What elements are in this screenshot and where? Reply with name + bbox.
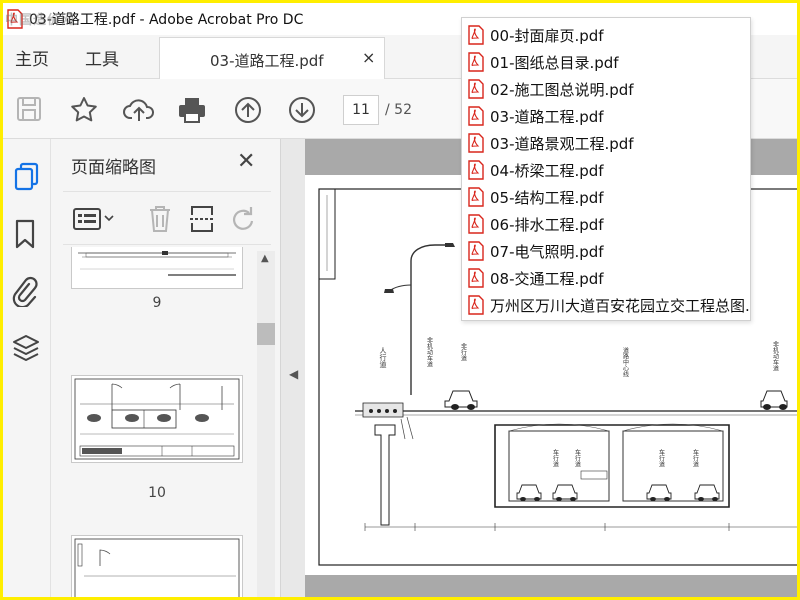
menu-item-label: 00-封面扉页.pdf <box>490 26 604 45</box>
scrollbar-thumb[interactable] <box>257 323 275 345</box>
menu-item-label: 06-排水工程.pdf <box>490 215 604 234</box>
menu-item-file[interactable]: 03-道路景观工程.pdf <box>468 130 634 156</box>
pdf-file-icon <box>468 214 484 234</box>
rotate-page-icon[interactable] <box>229 204 257 238</box>
menu-item-file[interactable]: 05-结构工程.pdf <box>468 184 604 210</box>
menu-item-label: 08-交通工程.pdf <box>490 269 604 288</box>
menu-item-file[interactable]: 03-道路工程.pdf <box>468 103 604 129</box>
thumbnail-options-icon[interactable] <box>73 206 115 236</box>
menu-item-label: 03-道路工程.pdf <box>490 107 604 126</box>
page-down-icon[interactable] <box>287 95 317 125</box>
panel-title: 页面缩略图 <box>71 158 156 178</box>
tab-document[interactable]: 03-道路工程.pdf × <box>159 37 385 79</box>
thumbnail-toolbar <box>63 191 271 245</box>
page-thumbnail[interactable] <box>71 247 243 289</box>
document-tab-label: 03-道路工程.pdf <box>210 52 324 70</box>
pdf-file-icon <box>468 187 484 207</box>
close-panel-icon[interactable]: ✕ <box>237 149 255 174</box>
page-total: / 52 <box>385 102 412 118</box>
save-icon[interactable] <box>15 95 45 125</box>
page-up-icon[interactable] <box>233 95 263 125</box>
pdf-file-icon <box>468 268 484 288</box>
print-icon[interactable] <box>177 95 207 125</box>
scroll-up-icon[interactable]: ▲ <box>261 253 269 264</box>
collapse-panel-icon[interactable]: ◀ <box>289 367 298 381</box>
menu-item-file[interactable]: 02-施工图总说明.pdf <box>468 76 634 102</box>
thumbnail-page-number: 9 <box>152 295 162 311</box>
panel-splitter[interactable]: ◀ <box>281 139 305 597</box>
menu-item-file[interactable]: 00-封面扉页.pdf <box>468 22 604 48</box>
menu-item-label: 03-道路景观工程.pdf <box>490 134 634 153</box>
bookmark-star-icon[interactable] <box>69 95 99 125</box>
page-thumbnail[interactable] <box>71 535 243 597</box>
thumbnail-panel: 页面缩略图 ✕ 9 10 ▲ <box>51 139 281 597</box>
tab-tools[interactable]: 工具 <box>85 45 119 70</box>
tab-home[interactable]: 主页 <box>15 45 49 70</box>
menu-item-file[interactable]: 04-桥梁工程.pdf <box>468 157 604 183</box>
menu-item-label: 07-电气照明.pdf <box>490 242 604 261</box>
delete-page-icon[interactable] <box>147 204 173 238</box>
svg-text:非行道: 非行道 <box>460 342 467 362</box>
menu-item-file[interactable]: 万州区万川大道百安花园立交工程总图. <box>468 292 750 318</box>
svg-text:非机动车道: 非机动车道 <box>772 340 779 372</box>
menu-item-label: 02-施工图总说明.pdf <box>490 80 634 99</box>
pdf-file-icon <box>468 52 484 72</box>
bookmarks-icon[interactable] <box>14 219 36 253</box>
pdf-file-icon <box>468 79 484 99</box>
open-files-menu: 00-封面扉页.pdf 01-图纸总目录.pdf 02-施工图总说明.pdf 0… <box>461 17 751 321</box>
close-tab-icon[interactable]: × <box>362 48 375 67</box>
page-thumbnail[interactable] <box>71 375 243 463</box>
page-number-input[interactable]: 11 <box>343 95 379 125</box>
attachments-icon[interactable] <box>12 275 38 311</box>
left-rail <box>3 139 51 597</box>
svg-text:非机动车道: 非机动车道 <box>426 336 433 368</box>
thumbnail-page-number: 10 <box>148 485 166 501</box>
menu-item-label: 万州区万川大道百安花园立交工程总图. <box>490 296 750 315</box>
svg-text:车行道: 车行道 <box>692 448 699 468</box>
menu-item-label: 05-结构工程.pdf <box>490 188 604 207</box>
pdf-file-icon <box>468 106 484 126</box>
svg-text:车行道: 车行道 <box>658 448 665 468</box>
menu-item-file[interactable]: 07-电气照明.pdf <box>468 238 604 264</box>
menu-item-file[interactable]: 08-交通工程.pdf <box>468 265 604 291</box>
pdf-file-icon <box>468 160 484 180</box>
extract-pages-icon[interactable] <box>189 204 215 238</box>
svg-text:人行道: 人行道 <box>379 347 387 369</box>
menu-item-file[interactable]: 01-图纸总目录.pdf <box>468 49 619 75</box>
menu-item-label: 04-桥梁工程.pdf <box>490 161 604 180</box>
page-thumbnails-icon[interactable] <box>13 161 41 195</box>
svg-text:车行道: 车行道 <box>574 448 581 468</box>
svg-text:道路中心线: 道路中心线 <box>622 346 629 377</box>
pdf-file-icon <box>468 133 484 153</box>
menu-item-file[interactable]: 06-排水工程.pdf <box>468 211 604 237</box>
pdf-file-icon <box>468 295 484 315</box>
layers-icon[interactable] <box>11 333 41 367</box>
thumbnail-list: 9 10 <box>51 247 256 597</box>
svg-text:车行道: 车行道 <box>552 448 559 468</box>
thumbnail-scrollbar[interactable]: ▲ <box>257 251 275 597</box>
pdf-file-icon <box>468 241 484 261</box>
watermark: 中国造价网 <box>5 13 76 28</box>
menu-item-label: 01-图纸总目录.pdf <box>490 53 619 72</box>
cloud-upload-icon[interactable] <box>123 95 154 125</box>
pdf-file-icon <box>468 25 484 45</box>
